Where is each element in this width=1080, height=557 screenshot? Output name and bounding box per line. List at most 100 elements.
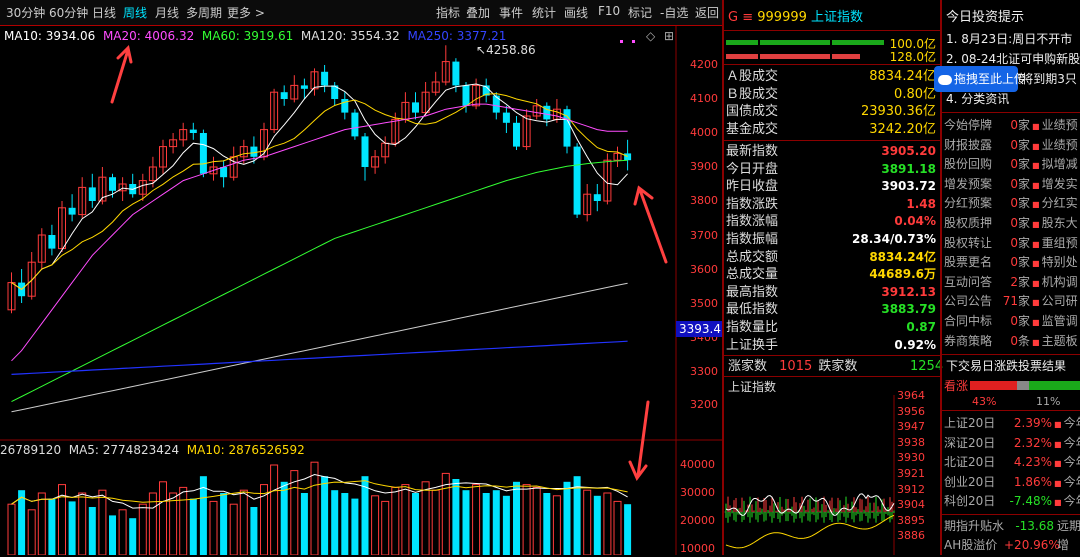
- volume-bar: [543, 493, 551, 555]
- candle-body: [280, 92, 288, 99]
- news-item-4[interactable]: 4. 分类资讯: [946, 91, 1009, 107]
- mini-axis-label: 3930: [897, 451, 925, 465]
- tab-weekly[interactable]: 周线: [123, 4, 147, 21]
- notice-label: 互动问答: [944, 274, 993, 289]
- notice-label: 股权转让: [944, 235, 993, 250]
- kline-chart[interactable]: [0, 0, 722, 555]
- tab-60min[interactable]: 60分钟: [49, 4, 88, 21]
- notice-tag: 股东大: [1041, 216, 1078, 230]
- btn-stats[interactable]: 统计: [532, 4, 556, 21]
- row-label: 总成交量: [726, 267, 779, 283]
- index-row: 指数涨幅 0.04%: [726, 213, 940, 231]
- row-label: 上证换手: [726, 337, 779, 353]
- square-icon: ■: [1032, 278, 1040, 288]
- notice-row[interactable]: 公司公告 71家 ■ 公司研: [944, 292, 1080, 312]
- candle-body: [624, 153, 632, 161]
- btn-draw[interactable]: 画线: [564, 4, 588, 21]
- notice-row[interactable]: 合同中标 0家 ■ 监管调: [944, 312, 1080, 332]
- peak-value: 4258.86: [486, 43, 536, 57]
- notice-count: 0: [1010, 235, 1018, 250]
- btn-mark[interactable]: 标记: [628, 4, 652, 21]
- period-row: 上证20日 2.39%■今年: [944, 414, 1080, 434]
- upload-button[interactable]: 拖拽至此上传: [934, 66, 1026, 92]
- index-row: 总成交额 8834.24亿: [726, 249, 940, 267]
- btn-watchlist[interactable]: -自选: [660, 4, 688, 21]
- tab-daily[interactable]: 日线: [92, 4, 116, 21]
- volume-bar: [7, 503, 16, 555]
- mini-axis-label: 3921: [897, 467, 925, 480]
- notice-tag: 主题板: [1041, 333, 1078, 348]
- notice-row[interactable]: 股份回购 0家 ■ 拟增减: [944, 155, 1080, 175]
- notice-count: 0: [1010, 137, 1018, 152]
- annotation-arrow: [633, 185, 668, 264]
- news-item-1[interactable]: 1. 8月23日:周日不开市: [946, 31, 1072, 47]
- index-row: 上证换手 0.92%: [726, 337, 940, 355]
- mini-chart-title: 上证指数: [728, 380, 777, 394]
- price-tick-label: 4000: [690, 126, 718, 139]
- row-value: 28.34/0.73%: [852, 232, 936, 246]
- notice-label: 增发预案: [944, 176, 993, 191]
- btn-f10[interactable]: F10: [598, 4, 620, 18]
- notice-tag: 业绩预: [1041, 118, 1078, 132]
- row-value: 0.87: [906, 320, 936, 334]
- notice-count: 0: [1010, 157, 1018, 172]
- row-label: Ｂ股成交: [726, 86, 779, 102]
- notice-row[interactable]: 股权质押 0家 ■ 股东大: [944, 214, 1080, 234]
- diamond-icon[interactable]: ◇: [646, 28, 655, 44]
- premium-value: +20.96%: [1004, 538, 1060, 552]
- square-icon: ■: [1032, 239, 1040, 249]
- ma-legend: MA10: 3934.06 MA20: 4006.32 MA60: 3919.6…: [4, 28, 506, 44]
- notice-row[interactable]: 券商策略 0条 ■ 主题板: [944, 332, 1080, 352]
- price-tick-label: 4100: [690, 92, 718, 105]
- notice-label: 分红预案: [944, 196, 993, 211]
- candle-body: [300, 85, 308, 89]
- vote-bar-bear: [1029, 381, 1080, 390]
- btn-indicator[interactable]: 指标: [436, 4, 460, 21]
- notice-row[interactable]: 股权转让 0家 ■ 重组预: [944, 234, 1080, 254]
- news-item-2[interactable]: 2. 08-24北证可申购新股: [946, 51, 1080, 67]
- ma250-line: [11, 340, 628, 375]
- tab-30min[interactable]: 30分钟: [6, 4, 45, 21]
- expand-icon[interactable]: ⊞: [664, 28, 674, 44]
- candle-body: [109, 177, 116, 191]
- row-value: 8834.24亿: [869, 69, 936, 84]
- candle-body: [513, 122, 520, 147]
- volume-bar: [109, 515, 116, 555]
- square-icon: ■: [1032, 161, 1040, 171]
- mini-axis-label: 3895: [897, 513, 925, 527]
- row-value: 8834.24亿: [869, 249, 936, 264]
- notice-row[interactable]: 互动问答 2家 ■ 机构调: [944, 273, 1080, 293]
- notice-row[interactable]: 财报披露 0家 ■ 业绩预: [944, 136, 1080, 156]
- square-icon: ■: [1054, 420, 1062, 429]
- volume-legend: 26789120 MA5: 2774823424 MA10: 287652659…: [0, 442, 305, 458]
- tab-multi-period[interactable]: 多周期: [186, 4, 222, 21]
- premium-label: AH股溢价: [944, 538, 998, 552]
- ma250-label: MA250: 3377.21: [407, 29, 507, 43]
- volume-bar: [179, 486, 188, 555]
- volume-bar: [280, 481, 288, 555]
- square-icon: ■: [1032, 122, 1040, 131]
- notice-row[interactable]: 今始停牌 0家 ■ 业绩预: [944, 116, 1080, 136]
- volume-bar: [391, 486, 400, 555]
- notice-row[interactable]: 增发预案 0家 ■ 增发实: [944, 175, 1080, 195]
- candle-body: [593, 194, 601, 201]
- notice-row[interactable]: 股票更名 0家 ■ 特别处: [944, 253, 1080, 273]
- advance-decline: 涨家数 1015 跌家数 1254: [728, 358, 943, 375]
- notice-count: 0: [1010, 216, 1018, 230]
- notice-tag: 增发实: [1041, 176, 1078, 191]
- price-tick-label: 3500: [690, 297, 718, 310]
- row-label: 国债成交: [726, 104, 779, 119]
- btn-events[interactable]: 事件: [499, 4, 523, 21]
- btn-overlay[interactable]: 叠加: [466, 4, 490, 21]
- notice-count: 0: [1010, 176, 1018, 191]
- notice-label: 券商策略: [944, 333, 993, 348]
- tab-monthly[interactable]: 月线: [155, 4, 179, 21]
- volume-bar: [492, 490, 500, 555]
- cloud-icon: [938, 74, 952, 85]
- tab-more[interactable]: 更多 >: [227, 4, 265, 21]
- candle-body: [452, 61, 460, 86]
- btn-back[interactable]: 返回: [695, 4, 719, 21]
- notice-row[interactable]: 分红预案 0家 ■ 分红实: [944, 194, 1080, 214]
- notice-unit: 家: [1018, 255, 1031, 270]
- volume-bar: [27, 509, 36, 555]
